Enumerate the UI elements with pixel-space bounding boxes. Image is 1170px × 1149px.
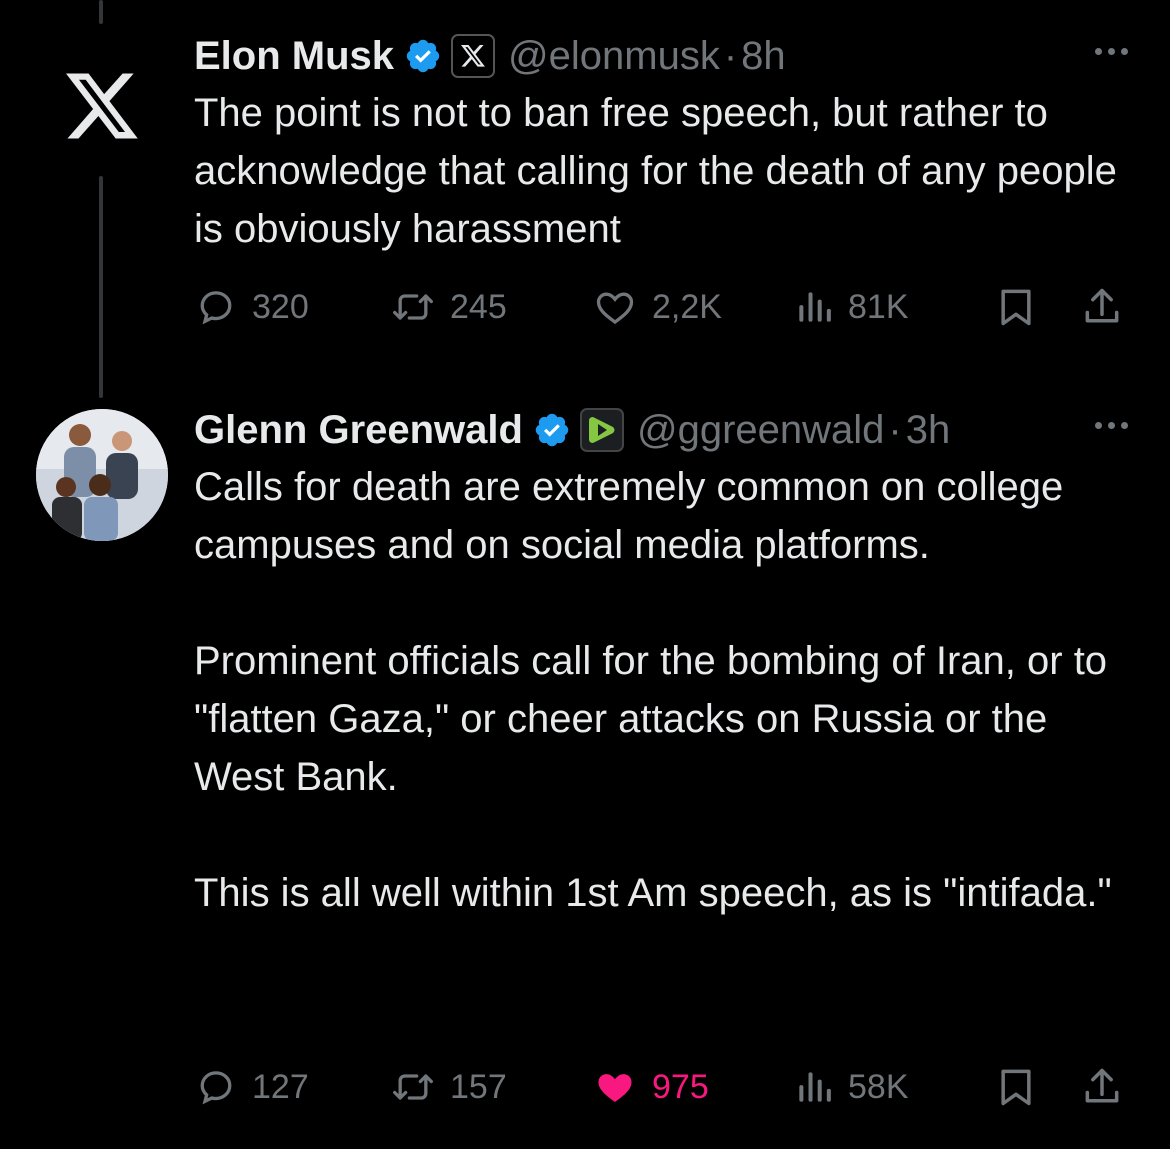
repost-button[interactable]: 157	[390, 1062, 507, 1112]
x-logo-avatar[interactable]	[36, 40, 168, 172]
tweet-header: Elon Musk @elonmusk · 8h	[194, 28, 1140, 84]
author-handle[interactable]: @ggreenwald	[637, 408, 884, 453]
like-count: 2,2K	[652, 287, 722, 326]
share-button[interactable]	[1080, 282, 1124, 332]
author-name[interactable]: Glenn Greenwald	[194, 408, 523, 453]
reply-count: 127	[252, 1067, 309, 1106]
view-count: 81K	[848, 287, 909, 326]
verified-badge-icon	[533, 411, 571, 449]
separator-dot: ·	[888, 407, 902, 452]
verified-badge-icon	[404, 37, 442, 75]
share-button[interactable]	[1080, 1062, 1124, 1112]
thread-line	[99, 176, 103, 398]
bookmark-icon	[1001, 1069, 1031, 1106]
separator-dot: ·	[723, 33, 738, 78]
repost-count: 245	[450, 287, 507, 326]
reply-icon	[200, 291, 232, 325]
tweet-actions: 320 245 2,2K 81K	[194, 282, 1130, 332]
heart-icon	[596, 292, 634, 325]
heart-filled-icon	[598, 1074, 632, 1103]
repost-icon	[393, 1074, 433, 1100]
x-logo-icon	[66, 73, 138, 139]
like-count: 975	[652, 1067, 709, 1106]
tweet-paragraph: Prominent officials call for the bombing…	[194, 639, 1108, 799]
reply-button[interactable]: 320	[194, 282, 309, 332]
repost-button[interactable]: 245	[390, 282, 507, 332]
avatar-photo	[36, 409, 168, 541]
timestamp[interactable]: 3h	[906, 408, 951, 453]
author-handle[interactable]: @elonmusk	[508, 34, 720, 79]
tweet-text: Calls for death are extremely common on …	[194, 458, 1140, 922]
bookmark-icon	[1001, 289, 1031, 326]
views-button[interactable]: 81K	[794, 282, 909, 332]
x-affiliation-icon[interactable]	[450, 33, 496, 79]
reply-icon	[200, 1071, 232, 1105]
more-options-icon[interactable]	[1095, 48, 1128, 55]
reply-button[interactable]: 127	[194, 1062, 309, 1112]
repost-icon	[393, 294, 433, 320]
views-icon	[799, 1072, 831, 1102]
tweet-ggreenwald[interactable]: Glenn Greenwald @ggreenwald · 3h Calls f…	[194, 402, 1140, 922]
timestamp[interactable]: 8h	[741, 34, 786, 79]
like-button[interactable]: 975	[592, 1062, 709, 1112]
thread-line-top	[99, 0, 103, 24]
view-count: 58K	[848, 1067, 909, 1106]
author-name[interactable]: Elon Musk	[194, 34, 394, 79]
reply-count: 320	[252, 287, 309, 326]
avatar[interactable]	[36, 409, 168, 541]
share-icon	[1085, 288, 1119, 323]
like-button[interactable]: 2,2K	[592, 282, 722, 332]
views-button[interactable]: 58K	[794, 1062, 909, 1112]
views-icon	[799, 292, 831, 322]
share-icon	[1085, 1068, 1119, 1103]
tweet-elonmusk[interactable]: Elon Musk @elonmusk · 8h The point is no…	[194, 28, 1140, 258]
tweet-actions: 127 157 975 58K	[194, 1062, 1130, 1112]
tweet-paragraph: Calls for death are extremely common on …	[194, 465, 1064, 567]
tweet-paragraph: The point is not to ban free speech, but…	[194, 91, 1117, 251]
tweet-header: Glenn Greenwald @ggreenwald · 3h	[194, 402, 1140, 458]
tweet-paragraph: This is all well within 1st Am speech, a…	[194, 871, 1112, 915]
repost-count: 157	[450, 1067, 507, 1106]
tweet-text: The point is not to ban free speech, but…	[194, 84, 1140, 258]
bookmark-button[interactable]	[994, 282, 1038, 332]
bookmark-button[interactable]	[994, 1062, 1038, 1112]
rumble-affiliation-icon[interactable]	[579, 407, 625, 453]
more-options-icon[interactable]	[1095, 422, 1128, 429]
